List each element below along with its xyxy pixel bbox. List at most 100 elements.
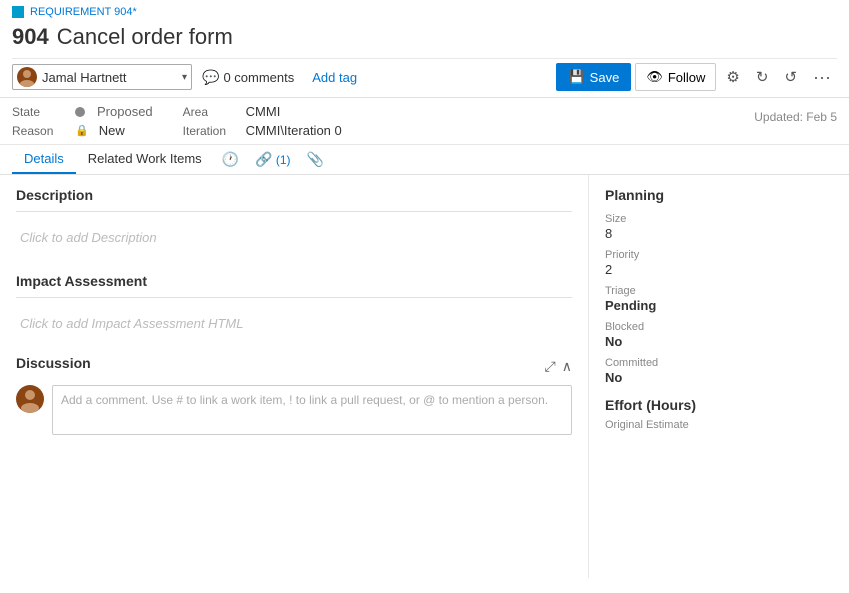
size-field: Size 8: [605, 213, 833, 241]
comment-icon: 💬: [202, 69, 219, 86]
gear-icon: ⚙: [726, 68, 739, 86]
refresh-icon: ↻: [756, 68, 769, 86]
save-label: Save: [590, 70, 620, 85]
assignee-dropdown[interactable]: Jamal Hartnett ▾: [12, 64, 192, 90]
link-icon: 🔗: [255, 151, 272, 168]
follow-button[interactable]: 👁 Follow: [635, 63, 716, 91]
toolbar-row: Jamal Hartnett ▾ 💬 0 comments Add tag 💾 …: [12, 58, 837, 97]
save-button[interactable]: 💾 Save: [556, 63, 631, 91]
triage-value[interactable]: Pending: [605, 298, 833, 313]
reason-value[interactable]: New: [99, 123, 125, 138]
follow-icon: 👁: [646, 69, 663, 85]
chevron-down-icon: ▾: [182, 72, 187, 83]
refresh-button[interactable]: ↻: [750, 63, 775, 91]
commenter-avatar: [16, 385, 44, 413]
blocked-value[interactable]: No: [605, 334, 833, 349]
add-tag-button[interactable]: Add tag: [304, 64, 365, 90]
expand-icon[interactable]: ⤢: [545, 358, 556, 375]
size-label: Size: [605, 213, 833, 225]
iteration-value[interactable]: CMMI\Iteration 0: [246, 123, 342, 138]
discussion-icons: ⤢ ∧: [545, 358, 572, 375]
assignee-avatar: [17, 67, 37, 87]
assignee-name: Jamal Hartnett: [42, 70, 178, 85]
planning-title: Planning: [605, 187, 833, 203]
fields-center: Area CMMI Iteration CMMI\Iteration 0: [183, 104, 342, 138]
undo-icon: ↺: [784, 68, 797, 86]
follow-label: Follow: [668, 70, 706, 85]
breadcrumb: REQUIREMENT 904*: [12, 6, 837, 22]
comment-box[interactable]: Add a comment. Use # to link a work item…: [52, 385, 572, 435]
committed-value[interactable]: No: [605, 370, 833, 385]
save-icon: 💾: [568, 69, 584, 85]
tab-related[interactable]: Related Work Items: [76, 145, 214, 174]
iteration-field: Iteration CMMI\Iteration 0: [183, 123, 342, 138]
history-icon: 🕐: [222, 151, 239, 168]
fields-left: State Proposed Reason 🔒 New: [12, 104, 153, 138]
description-section: Description Click to add Description: [16, 187, 572, 253]
comments-label: 0 comments: [223, 70, 294, 85]
impact-input[interactable]: Click to add Impact Assessment HTML: [16, 308, 572, 339]
original-estimate-label: Original Estimate: [605, 419, 833, 431]
breadcrumb-text: REQUIREMENT 904*: [30, 6, 137, 18]
toolbar-right: 💾 Save 👁 Follow ⚙ ↻ ↺ ···: [556, 63, 837, 91]
blocked-label: Blocked: [605, 321, 833, 333]
original-estimate-field: Original Estimate: [605, 419, 833, 431]
top-bar: REQUIREMENT 904* 904 Cancel order form J…: [0, 0, 849, 98]
requirement-icon: [12, 6, 24, 18]
blocked-field: Blocked No: [605, 321, 833, 349]
links-tab-button[interactable]: 🔗 (1): [247, 147, 298, 172]
discussion-section: Discussion ⤢ ∧ Add a comment. Use # to l…: [16, 355, 572, 435]
lock-icon: 🔒: [75, 124, 89, 137]
reason-field: Reason 🔒 New: [12, 123, 153, 138]
state-value[interactable]: Proposed: [97, 104, 153, 119]
committed-label: Committed: [605, 357, 833, 369]
impact-section: Impact Assessment Click to add Impact As…: [16, 273, 572, 339]
description-title: Description: [16, 187, 572, 203]
description-input[interactable]: Click to add Description: [16, 222, 572, 253]
attachment-icon: 📎: [307, 151, 324, 168]
tabs-row: Details Related Work Items 🕐 🔗 (1) 📎: [0, 145, 849, 175]
priority-value[interactable]: 2: [605, 262, 833, 277]
tab-details-label: Details: [24, 151, 64, 166]
discussion-title: Discussion: [16, 355, 91, 371]
priority-label: Priority: [605, 249, 833, 261]
work-item-id: 904: [12, 24, 49, 50]
iteration-label: Iteration: [183, 124, 238, 138]
area-value[interactable]: CMMI: [246, 104, 281, 119]
right-panel: Planning Size 8 Priority 2 Triage Pendin…: [589, 175, 849, 578]
area-field: Area CMMI: [183, 104, 342, 119]
title-row: 904 Cancel order form: [12, 22, 837, 58]
committed-field: Committed No: [605, 357, 833, 385]
priority-field: Priority 2: [605, 249, 833, 277]
more-button[interactable]: ···: [807, 63, 837, 91]
updated-field: Updated: Feb 5: [754, 104, 837, 124]
settings-button[interactable]: ⚙: [720, 63, 745, 91]
comment-row: Add a comment. Use # to link a work item…: [16, 385, 572, 435]
state-dot: [75, 107, 85, 117]
left-panel: Description Click to add Description Imp…: [0, 175, 589, 578]
tab-details[interactable]: Details: [12, 145, 76, 174]
state-label: State: [12, 105, 67, 119]
area-label: Area: [183, 105, 238, 119]
impact-title: Impact Assessment: [16, 273, 572, 289]
description-divider: [16, 211, 572, 212]
reason-label: Reason: [12, 124, 67, 138]
more-icon: ···: [813, 67, 831, 88]
links-badge: (1): [273, 153, 291, 167]
comment-placeholder: Add a comment. Use # to link a work item…: [61, 393, 548, 407]
fields-row: State Proposed Reason 🔒 New Area CMMI It…: [0, 98, 849, 145]
undo-button[interactable]: ↺: [778, 63, 803, 91]
discussion-header: Discussion ⤢ ∧: [16, 355, 572, 377]
main-content: Description Click to add Description Imp…: [0, 175, 849, 578]
attachment-tab-button[interactable]: 📎: [299, 147, 332, 172]
work-item-title: Cancel order form: [57, 24, 233, 50]
impact-divider: [16, 297, 572, 298]
size-value[interactable]: 8: [605, 226, 833, 241]
history-tab-button[interactable]: 🕐: [214, 147, 247, 172]
comments-button[interactable]: 💬 0 comments: [192, 64, 304, 90]
triage-field: Triage Pending: [605, 285, 833, 313]
collapse-icon[interactable]: ∧: [562, 358, 572, 375]
triage-label: Triage: [605, 285, 833, 297]
tab-related-label: Related Work Items: [88, 151, 202, 166]
effort-title: Effort (Hours): [605, 397, 833, 413]
